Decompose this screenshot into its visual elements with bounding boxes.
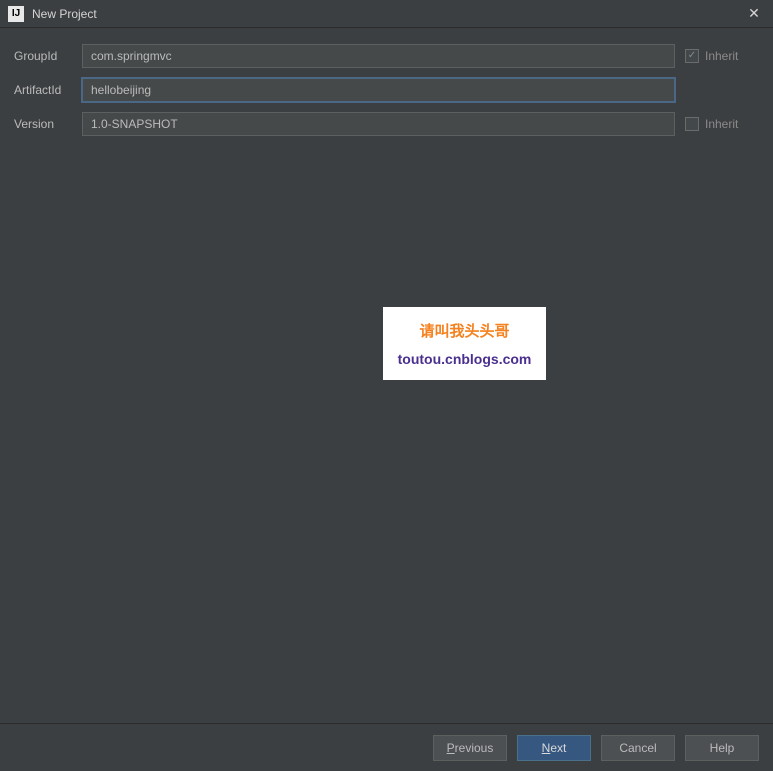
groupid-inherit: Inherit (685, 49, 759, 63)
version-inherit-label: Inherit (705, 117, 738, 131)
groupid-inherit-checkbox[interactable] (685, 49, 699, 63)
watermark-line2: toutou.cnblogs.com (398, 351, 532, 367)
groupid-inherit-label: Inherit (705, 49, 738, 63)
close-icon[interactable]: ✕ (739, 0, 769, 28)
previous-button[interactable]: Previous (433, 735, 507, 761)
titlebar: IJ New Project ✕ (0, 0, 773, 28)
footer: Previous Next Cancel Help (0, 723, 773, 771)
window-title: New Project (32, 7, 739, 21)
form-content: GroupId Inherit ArtifactId Version Inher… (0, 28, 773, 136)
next-button[interactable]: Next (517, 735, 591, 761)
version-input[interactable] (82, 112, 675, 136)
groupid-label: GroupId (14, 49, 72, 63)
version-row: Version Inherit (14, 112, 759, 136)
help-button[interactable]: Help (685, 735, 759, 761)
artifactid-input[interactable] (82, 78, 675, 102)
version-inherit-checkbox[interactable] (685, 117, 699, 131)
watermark: 请叫我头头哥 toutou.cnblogs.com (383, 307, 546, 380)
artifactid-row: ArtifactId (14, 78, 759, 102)
app-icon: IJ (8, 6, 24, 22)
version-inherit: Inherit (685, 117, 759, 131)
version-label: Version (14, 117, 72, 131)
artifactid-label: ArtifactId (14, 83, 72, 97)
groupid-input[interactable] (82, 44, 675, 68)
groupid-row: GroupId Inherit (14, 44, 759, 68)
cancel-button[interactable]: Cancel (601, 735, 675, 761)
watermark-line1: 请叫我头头哥 (419, 320, 509, 341)
